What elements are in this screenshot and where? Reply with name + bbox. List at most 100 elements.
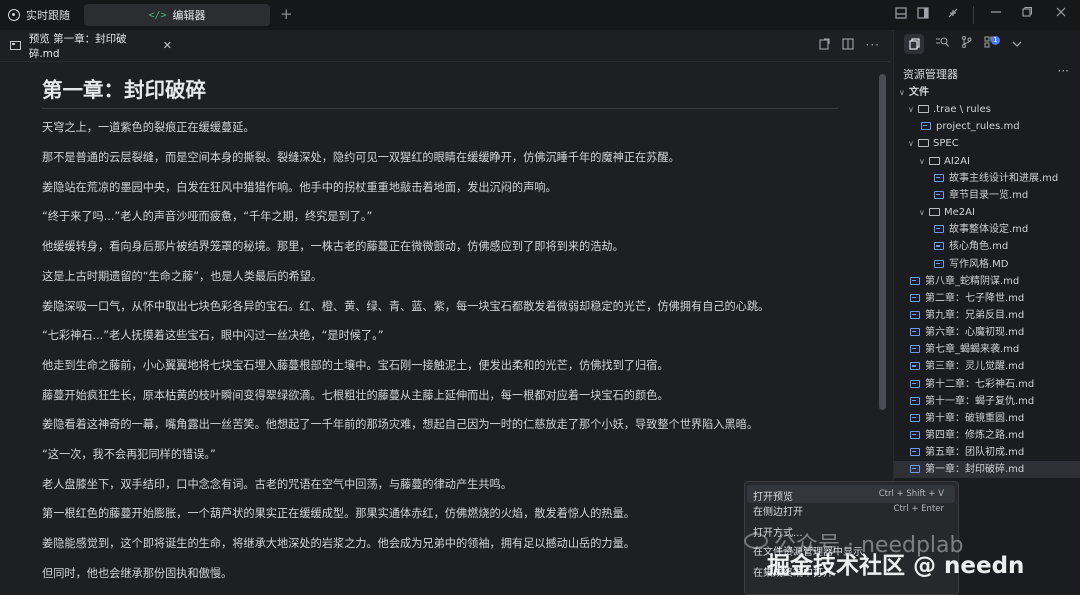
close-icon[interactable]	[1056, 6, 1066, 21]
sidebar-toolbar: 1	[894, 30, 1080, 57]
tree-item-label: 第三章：灵儿觉醒.md	[925, 361, 1025, 373]
file-item[interactable]: 故事整体设定.md	[894, 221, 1080, 238]
folder-item[interactable]: ∨ SPEC	[894, 135, 1080, 152]
tab-preview-chapter-one[interactable]: 预览 第一章：封印破碎.md ✕	[0, 30, 172, 61]
tree-item-label: 章节目录一览.md	[949, 189, 1029, 201]
tree-item-label: .trae \ rules	[933, 104, 991, 116]
menu-item-label: 打开预览	[753, 492, 793, 503]
preview-icon	[10, 41, 21, 50]
file-item[interactable]: 第四章：修炼之路.md	[894, 427, 1080, 444]
folder-item[interactable]: ∨ .trae \ rules	[894, 101, 1080, 118]
markdown-file-icon	[934, 242, 944, 251]
tree-item-label: 第六章：心魔初现.md	[925, 327, 1025, 339]
preview-scrollbar[interactable]	[879, 74, 886, 410]
tree-item-label: SPEC	[933, 138, 959, 150]
markdown-file-icon	[910, 448, 920, 457]
chevron-down-icon: ∨	[908, 139, 914, 149]
file-item[interactable]: 第十二章：七彩神石.md	[894, 376, 1080, 393]
paragraph: 他走到生命之藤前，小心翼翼地将七块宝石埋入藤蔓根部的土壤中。宝石刚一接触泥土，便…	[42, 359, 669, 372]
folder-icon	[918, 139, 929, 148]
paragraph: 但同时，他也会继承那份固执和傲慢。	[42, 567, 233, 580]
chevron-down-icon[interactable]	[1012, 37, 1022, 51]
paragraph: “七彩神石...”老人抚摸着这些宝石，眼中闪过一丝决绝，“是时候了。”	[42, 329, 384, 342]
divider	[973, 6, 974, 24]
file-item[interactable]: 章节目录一览.md	[894, 187, 1080, 204]
file-item[interactable]: 第六章：心魔初现.md	[894, 324, 1080, 341]
folder-item[interactable]: ∨ AI2AI	[894, 153, 1080, 170]
file-item[interactable]: 第八章_蛇精阴谋.md	[894, 273, 1080, 290]
markdown-file-icon	[910, 379, 920, 388]
file-item[interactable]: 第二章：七子降世.md	[894, 290, 1080, 307]
paragraph: 姜隐看着这神奇的一幕，嘴角露出一丝苦笑。他想起了一千年前的那场灾难，想起自己因为…	[42, 418, 759, 431]
extensions-icon[interactable]: 1	[984, 36, 1000, 51]
file-item[interactable]: 第五章：团队初成.md	[894, 444, 1080, 461]
source-control-icon[interactable]	[961, 36, 972, 51]
tab-editor[interactable]: </> 编辑器	[84, 4, 270, 26]
split-editor-icon[interactable]	[841, 38, 854, 53]
explorer-title: 资源管理器	[903, 68, 958, 81]
folder-item[interactable]: ∨ Me2AI	[894, 204, 1080, 221]
tree-item-label: 第十二章：七彩神石.md	[925, 378, 1035, 390]
editor-tab-bar: 预览 第一章：封印破碎.md ✕ ···	[0, 30, 890, 62]
tree-item-label: 写作风格.MD	[949, 258, 1009, 270]
paragraph: 天穹之上，一道紫色的裂痕正在缓缓蔓延。	[42, 121, 255, 134]
more-actions-icon[interactable]: ···	[866, 38, 880, 53]
paragraph: “这一次，我不会再犯同样的错误。”	[42, 448, 216, 461]
tree-item-label: 第二章：七子降世.md	[925, 292, 1025, 304]
markdown-file-icon	[910, 310, 920, 319]
search-files-icon[interactable]	[936, 36, 949, 51]
paragraph: 这是上古时期遗留的“生命之藤”，也是人类最后的希望。	[42, 270, 323, 283]
tree-item-label: 第七章_蝎蝎来袭.md	[925, 344, 1020, 356]
file-item[interactable]: 第十一章：蝎子复仇.md	[894, 393, 1080, 410]
tree-item-label: project_rules.md	[936, 121, 1020, 133]
file-item[interactable]: 第一章：封印破碎.md	[894, 461, 1080, 479]
collapse-icon[interactable]	[947, 7, 959, 23]
layout-panel-icon[interactable]	[895, 7, 907, 23]
folder-icon	[918, 105, 929, 114]
follow-toggle[interactable]: 实时跟随	[8, 6, 70, 24]
file-item[interactable]: 第九章：兄弟反目.md	[894, 307, 1080, 324]
markdown-file-icon	[910, 293, 920, 302]
markdown-file-icon	[910, 465, 920, 474]
file-item[interactable]: 第三章：灵儿觉醒.md	[894, 358, 1080, 375]
chevron-down-icon: ∨	[908, 105, 914, 115]
preview-content: 第一章：封印破碎 天穹之上，一道紫色的裂痕正在缓缓蔓延。 那不是普通的云层裂缝，而…	[42, 62, 842, 580]
file-item[interactable]: 第七章_蝎蝎来袭.md	[894, 341, 1080, 358]
tree-section[interactable]: ∨ 文件	[894, 84, 1080, 101]
file-item[interactable]: 第十章：破镜重圆.md	[894, 410, 1080, 427]
folder-icon	[929, 156, 940, 165]
markdown-file-icon	[934, 259, 944, 268]
target-icon	[8, 9, 20, 21]
markdown-file-icon	[910, 362, 920, 371]
markdown-file-icon	[921, 122, 931, 131]
open-source-icon[interactable]	[818, 38, 830, 53]
explorer-more-icon[interactable]: ···	[1058, 64, 1069, 78]
files-icon[interactable]	[904, 33, 924, 54]
editor-actions: ···	[818, 38, 880, 53]
file-item[interactable]: 核心角色.md	[894, 238, 1080, 255]
menu-item-label: 在侧边打开	[753, 507, 803, 518]
paragraph: 姜隐站在荒凉的墨园中央，白发在狂风中猎猎作响。他手中的拐杖重重地敲击着地面，发出…	[42, 181, 557, 194]
file-item[interactable]: project_rules.md	[894, 118, 1080, 135]
menu-shortcut: Ctrl + Shift + V	[878, 489, 944, 499]
tree-item-label: 核心角色.md	[949, 241, 1009, 253]
watermark-site: 掘金技术社区 @ needn	[767, 553, 1025, 579]
tree-item-label: 第四章：修炼之路.md	[925, 430, 1025, 441]
tree-item-label: Me2AI	[944, 207, 975, 219]
context-menu-item[interactable]: 在侧边打开	[753, 503, 803, 518]
layout-sidebar-icon[interactable]	[917, 7, 929, 23]
document-heading: 第一章：封印破碎	[42, 76, 838, 109]
paragraph: 老人盘膝坐下，双手结印，口中念念有词。古老的咒语在空气中回荡，与藤蔓的律动产生共…	[42, 478, 512, 491]
chevron-down-icon: ∨	[919, 156, 925, 166]
tab-close-icon[interactable]: ✕	[163, 39, 172, 52]
folder-icon	[929, 208, 940, 217]
tree-item-label: AI2AI	[944, 155, 970, 167]
file-item[interactable]: 写作风格.MD	[894, 256, 1080, 273]
minimize-icon[interactable]	[991, 6, 1001, 21]
new-tab-button[interactable]: +	[280, 5, 293, 23]
file-item[interactable]: 故事主线设计和进展.md	[894, 170, 1080, 187]
tree-item-label: 第八章_蛇精阴谋.md	[925, 275, 1020, 287]
tab-preview-label: 预览 第一章：封印破碎.md	[28, 32, 127, 60]
markdown-file-icon	[910, 328, 920, 337]
restore-icon[interactable]	[1022, 6, 1033, 21]
